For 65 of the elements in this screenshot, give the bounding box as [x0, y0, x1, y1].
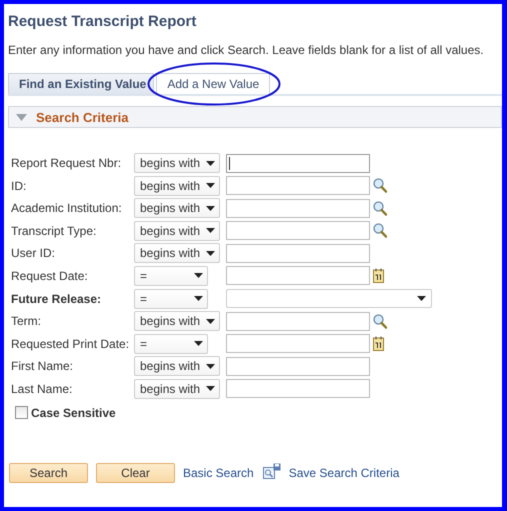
operator-dropdown[interactable]: begins with	[134, 311, 220, 332]
input-field[interactable]	[226, 312, 370, 331]
field-label: User ID:	[11, 246, 56, 260]
search-icon[interactable]	[373, 223, 387, 238]
operator-dropdown[interactable]: begins with	[134, 153, 220, 173]
collapse-icon[interactable]	[16, 114, 27, 120]
input-field[interactable]	[226, 244, 370, 263]
link[interactable]: Basic Search	[183, 466, 254, 480]
operator-dropdown[interactable]: begins with	[134, 220, 220, 241]
action-button[interactable]: Clear	[96, 462, 175, 483]
input-field[interactable]	[226, 221, 370, 240]
caret-icon	[194, 341, 203, 346]
field-label: Term:	[11, 314, 42, 328]
field-label: Future Release:	[11, 292, 102, 306]
link[interactable]: Save Search Criteria	[288, 466, 400, 480]
field-label: Request Date:	[11, 268, 89, 283]
input-field[interactable]	[226, 198, 370, 218]
input-field[interactable]	[226, 379, 370, 398]
caret-icon	[206, 250, 216, 256]
caret-icon	[194, 273, 203, 278]
operator-dropdown[interactable]: begins with	[134, 356, 220, 376]
input-field[interactable]	[226, 356, 370, 376]
field-label: First Name:	[11, 359, 74, 374]
action-button[interactable]: Search	[9, 462, 88, 483]
checkbox[interactable]	[15, 406, 28, 420]
tab[interactable]: Add a New Value	[156, 73, 270, 94]
instructions-text: Enter any information you have and click Search. Leave fields blank for a list of all values.	[8, 43, 485, 57]
operator-dropdown[interactable]: begins with	[134, 243, 220, 264]
operator-dropdown[interactable]: =	[134, 334, 208, 354]
tab[interactable]: Find an Existing Value	[8, 73, 154, 94]
search-icon[interactable]	[373, 314, 387, 329]
search-icon[interactable]	[373, 178, 387, 194]
input-field[interactable]	[226, 154, 370, 172]
field-label: Transcript Type:	[11, 224, 98, 238]
value-dropdown[interactable]	[226, 289, 432, 308]
caret-icon	[206, 160, 216, 166]
operator-dropdown[interactable]: =	[134, 266, 208, 286]
caret-icon	[206, 386, 216, 392]
calendar-icon[interactable]	[373, 268, 384, 284]
operator-dropdown[interactable]: begins with	[134, 198, 220, 218]
search-icon[interactable]	[373, 200, 387, 216]
caret-icon	[206, 228, 216, 234]
field-label: Requested Print Date:	[11, 336, 130, 351]
page-title: Request Transcript Report	[8, 13, 198, 30]
field-label: Last Name:	[11, 382, 74, 396]
checkbox-label[interactable]: Case Sensitive	[31, 406, 116, 420]
section-header[interactable]: Search Criteria	[8, 106, 502, 128]
input-field[interactable]	[226, 266, 370, 286]
caret-icon	[417, 296, 426, 302]
save-search-icon[interactable]	[262, 462, 281, 480]
field-label: Report Request Nbr:	[11, 156, 122, 170]
caret-icon	[194, 296, 203, 302]
section-title: Search Criteria	[36, 110, 128, 124]
operator-dropdown[interactable]: begins with	[134, 378, 220, 399]
caret-icon	[206, 364, 216, 369]
caret-icon	[206, 183, 216, 188]
field-label: Academic Institution:	[11, 201, 123, 216]
field-label: ID:	[11, 178, 28, 193]
calendar-icon[interactable]	[373, 336, 384, 352]
input-field[interactable]	[226, 176, 370, 196]
operator-dropdown[interactable]: =	[134, 288, 208, 309]
caret-icon	[206, 318, 216, 324]
input-field[interactable]	[226, 334, 370, 354]
caret-icon	[206, 206, 216, 211]
operator-dropdown[interactable]: begins with	[134, 176, 220, 196]
